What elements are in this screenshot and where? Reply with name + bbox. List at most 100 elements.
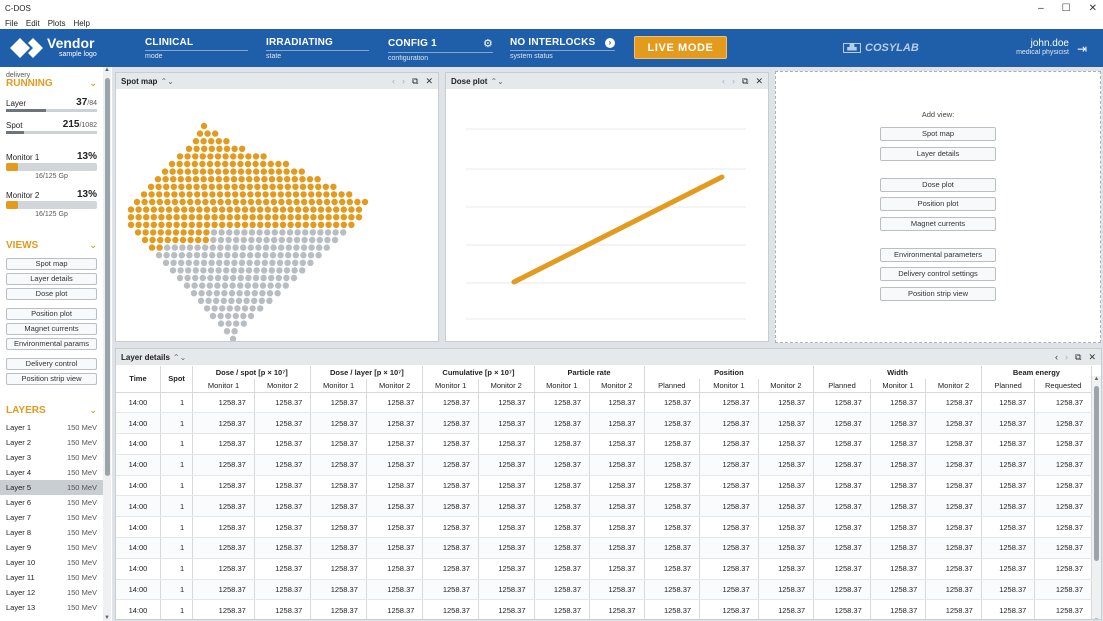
menu-file[interactable]: File	[5, 19, 18, 28]
add-view-magnet-currents-button[interactable]: Magnet currents	[880, 217, 996, 231]
column-subheader[interactable]: Monitor 1	[699, 379, 759, 393]
layer-list-item[interactable]: Layer 13 150 MeV	[0, 600, 103, 615]
menu-help[interactable]: Help	[73, 19, 89, 28]
column-subheader[interactable]: Requested	[1034, 379, 1092, 393]
maximize-button[interactable]: ☐	[1062, 3, 1071, 14]
column-subheader[interactable]: Monitor 2	[758, 379, 815, 393]
table-row[interactable]: 14:00 1 1258.37 1258.37 1258.37 1258.37 1258.3…	[116, 558, 1092, 580]
logout-icon[interactable]: ⇥	[1077, 43, 1091, 55]
sort-icon[interactable]: ⌃⌄	[173, 353, 186, 362]
column-subheader[interactable]: Monitor 2	[589, 379, 645, 393]
table-row[interactable]: 14:00 1 1258.37 1258.37 1258.37 1258.37 1258.3…	[116, 516, 1092, 539]
minimize-button[interactable]: –	[1038, 3, 1044, 14]
layer-list-item[interactable]: Layer 10 150 MeV	[0, 555, 103, 570]
view-button-dose-plot[interactable]: Dose plot	[6, 288, 97, 300]
dose-plot-canvas[interactable]	[446, 89, 768, 341]
sort-icon[interactable]: ⌃⌄	[490, 77, 503, 86]
sidebar-scrollbar[interactable]: ▲ ▼	[103, 67, 111, 621]
layer-list-item[interactable]: Layer 7 150 MeV	[0, 510, 103, 525]
column-group-header[interactable]: Beam energy	[981, 366, 1093, 379]
view-button-position-plot[interactable]: Position plot	[6, 308, 97, 320]
column-subheader[interactable]: Monitor 1	[422, 379, 479, 393]
table-row[interactable]: 14:00 1 1258.37 1258.37 1258.37 1258.37 1258.3…	[116, 412, 1092, 435]
close-icon[interactable]: ✕	[1088, 352, 1096, 363]
layer-list-item[interactable]: Layer 4 150 MeV	[0, 465, 103, 480]
sidebar-scroll-thumb[interactable]	[105, 78, 110, 476]
next-icon[interactable]: ›	[732, 76, 735, 86]
table-row[interactable]: 14:00 1 1258.37 1258.37 1258.37 1258.37 1258.3…	[116, 495, 1092, 518]
chevron-down-icon[interactable]: ⌄	[89, 405, 97, 416]
table-row[interactable]: 14:00 1 1258.37 1258.37 1258.37 1258.37 1258.3…	[116, 599, 1092, 619]
column-group-header[interactable]: Cumulative [p × 10⁷]	[422, 366, 535, 379]
table-row[interactable]: 14:00 1 1258.37 1258.37 1258.37 1258.37 1258.3…	[116, 433, 1092, 455]
table-row[interactable]: 14:00 1 1258.37 1258.37 1258.37 1258.37 1258.3…	[116, 475, 1092, 497]
column-group-header[interactable]: Position	[644, 366, 815, 379]
column-group-header[interactable]: Dose / spot [p × 10⁷]	[192, 366, 312, 379]
chevron-down-icon[interactable]: ⌄	[89, 240, 97, 251]
layer-list-item[interactable]: Layer 9 150 MeV	[0, 540, 103, 555]
column-subheader[interactable]: Monitor 2	[925, 379, 982, 393]
live-mode-button[interactable]: LIVE MODE	[634, 36, 727, 59]
layer-list-item[interactable]: Layer 12 150 MeV	[0, 585, 103, 600]
view-button-environmental-params[interactable]: Environmental params	[6, 338, 97, 350]
scroll-down-icon[interactable]: ▼	[1092, 618, 1101, 619]
system-status[interactable]: NO INTERLOCKS › system status	[510, 37, 615, 61]
prev-icon[interactable]: ‹	[1055, 352, 1058, 362]
configuration-status[interactable]: CONFIG 1 ⚙ configuration	[388, 37, 493, 62]
layer-list-item[interactable]: Layer 6 150 MeV	[0, 495, 103, 510]
add-view-position-plot-button[interactable]: Position plot	[880, 197, 996, 211]
view-button-position-strip-view[interactable]: Position strip view	[6, 373, 97, 385]
view-button-delivery-control[interactable]: Delivery control	[6, 358, 97, 370]
table-scrollbar[interactable]: ▲ ▼	[1092, 376, 1101, 619]
chevron-down-icon[interactable]: ⌄	[89, 78, 97, 89]
popout-icon[interactable]: ⧉	[1075, 352, 1081, 363]
column-subheader[interactable]: Monitor 1	[192, 379, 255, 393]
add-view-environmental-parameters-button[interactable]: Environmental parameters	[880, 248, 996, 262]
view-button-magnet-currents[interactable]: Magnet currents	[6, 323, 97, 335]
column-group-header[interactable]: Width	[813, 366, 982, 379]
menu-plots[interactable]: Plots	[48, 19, 66, 28]
prev-icon[interactable]: ‹	[392, 76, 395, 86]
scroll-down-icon[interactable]: ▼	[103, 615, 111, 621]
layer-list-item[interactable]: Layer 11 150 MeV	[0, 570, 103, 585]
column-subheader[interactable]: Monitor 1	[310, 379, 367, 393]
add-view-position-strip-view-button[interactable]: Position strip view	[880, 287, 996, 301]
next-icon[interactable]: ›	[402, 76, 405, 86]
scroll-up-icon[interactable]: ▲	[1092, 376, 1101, 382]
add-view-dose-plot-button[interactable]: Dose plot	[880, 178, 996, 192]
table-row[interactable]: 14:00 1 1258.37 1258.37 1258.37 1258.37 1258.3…	[116, 579, 1092, 601]
column-group-header[interactable]: Spot	[160, 366, 194, 393]
next-icon[interactable]: ›	[1065, 352, 1068, 362]
close-icon[interactable]: ✕	[425, 76, 433, 87]
close-window-button[interactable]: ✕	[1089, 3, 1097, 14]
scroll-up-icon[interactable]: ▲	[103, 67, 111, 73]
layer-list-item[interactable]: Layer 2 150 MeV	[0, 435, 103, 450]
column-group-header[interactable]: Particle rate	[534, 366, 645, 379]
column-subheader[interactable]: Monitor 2	[366, 379, 424, 393]
column-subheader[interactable]: Monitor 1	[534, 379, 591, 393]
layer-list-item[interactable]: Layer 1 150 MeV	[0, 420, 103, 435]
column-group-header[interactable]: Time	[116, 366, 161, 393]
column-subheader[interactable]: Planned	[813, 379, 871, 393]
layer-list-item[interactable]: Layer 3 150 MeV	[0, 450, 103, 465]
arrow-right-icon[interactable]: ›	[605, 37, 615, 48]
prev-icon[interactable]: ‹	[722, 76, 725, 86]
column-subheader[interactable]: Planned	[644, 379, 701, 393]
table-row[interactable]: 14:00 1 1258.37 1258.37 1258.37 1258.37 1258.3…	[116, 537, 1092, 559]
popout-icon[interactable]: ⧉	[412, 76, 418, 87]
column-subheader[interactable]: Planned	[981, 379, 1036, 393]
table-row[interactable]: 14:00 1 1258.37 1258.37 1258.37 1258.37 1258.3…	[116, 454, 1092, 476]
popout-icon[interactable]: ⧉	[742, 76, 748, 87]
close-icon[interactable]: ✕	[755, 76, 763, 87]
gear-icon[interactable]: ⚙	[483, 37, 493, 50]
view-button-spot-map[interactable]: Spot map	[6, 258, 97, 270]
column-subheader[interactable]: Monitor 1	[870, 379, 927, 393]
add-view-layer-details-button[interactable]: Layer details	[880, 147, 996, 161]
sort-icon[interactable]: ⌃⌄	[160, 77, 173, 86]
column-group-header[interactable]: Dose / layer [p × 10⁷]	[310, 366, 424, 379]
spot-map-canvas[interactable]	[116, 89, 438, 342]
layer-list-item[interactable]: Layer 8 150 MeV	[0, 525, 103, 540]
view-button-layer-details[interactable]: Layer details	[6, 273, 97, 285]
layer-list-item[interactable]: Layer 5 150 MeV	[0, 480, 103, 495]
menu-edit[interactable]: Edit	[26, 19, 40, 28]
